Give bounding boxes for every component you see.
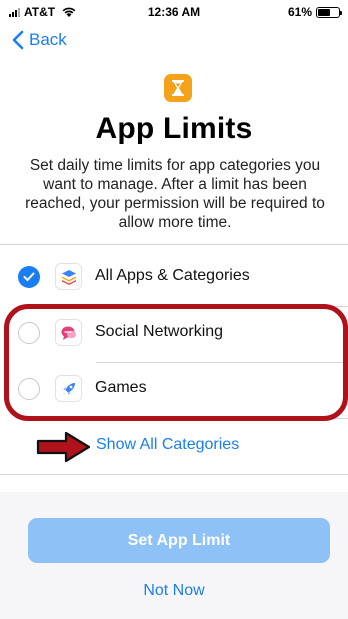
- annotation-highlight-box: [4, 304, 348, 421]
- category-row-all-apps[interactable]: All Apps & Categories: [0, 250, 348, 304]
- show-all-categories-link[interactable]: Show All Categories: [96, 436, 239, 454]
- page-title: App Limits: [95, 112, 253, 145]
- battery-percent: 61%: [287, 5, 312, 19]
- divider: [0, 474, 348, 475]
- checkmark-icon[interactable]: [18, 266, 40, 288]
- hourglass-icon: [164, 74, 192, 102]
- back-label: Back: [29, 30, 67, 49]
- battery-icon: [316, 6, 342, 18]
- page-description: Set daily time limits for app categories…: [25, 157, 325, 231]
- status-bar: AT&T 12:36 AM 61%: [0, 0, 348, 24]
- back-button[interactable]: Back: [12, 30, 67, 50]
- battery-level: [318, 8, 331, 16]
- set-app-limit-button[interactable]: Set App Limit: [28, 518, 330, 563]
- divider: [0, 244, 348, 245]
- category-label: All Apps & Categories: [95, 267, 250, 284]
- not-now-button[interactable]: Not Now: [0, 582, 348, 600]
- stack-icon: [55, 263, 82, 290]
- annotation-arrow-icon: [36, 431, 91, 463]
- chevron-left-icon: [12, 30, 24, 50]
